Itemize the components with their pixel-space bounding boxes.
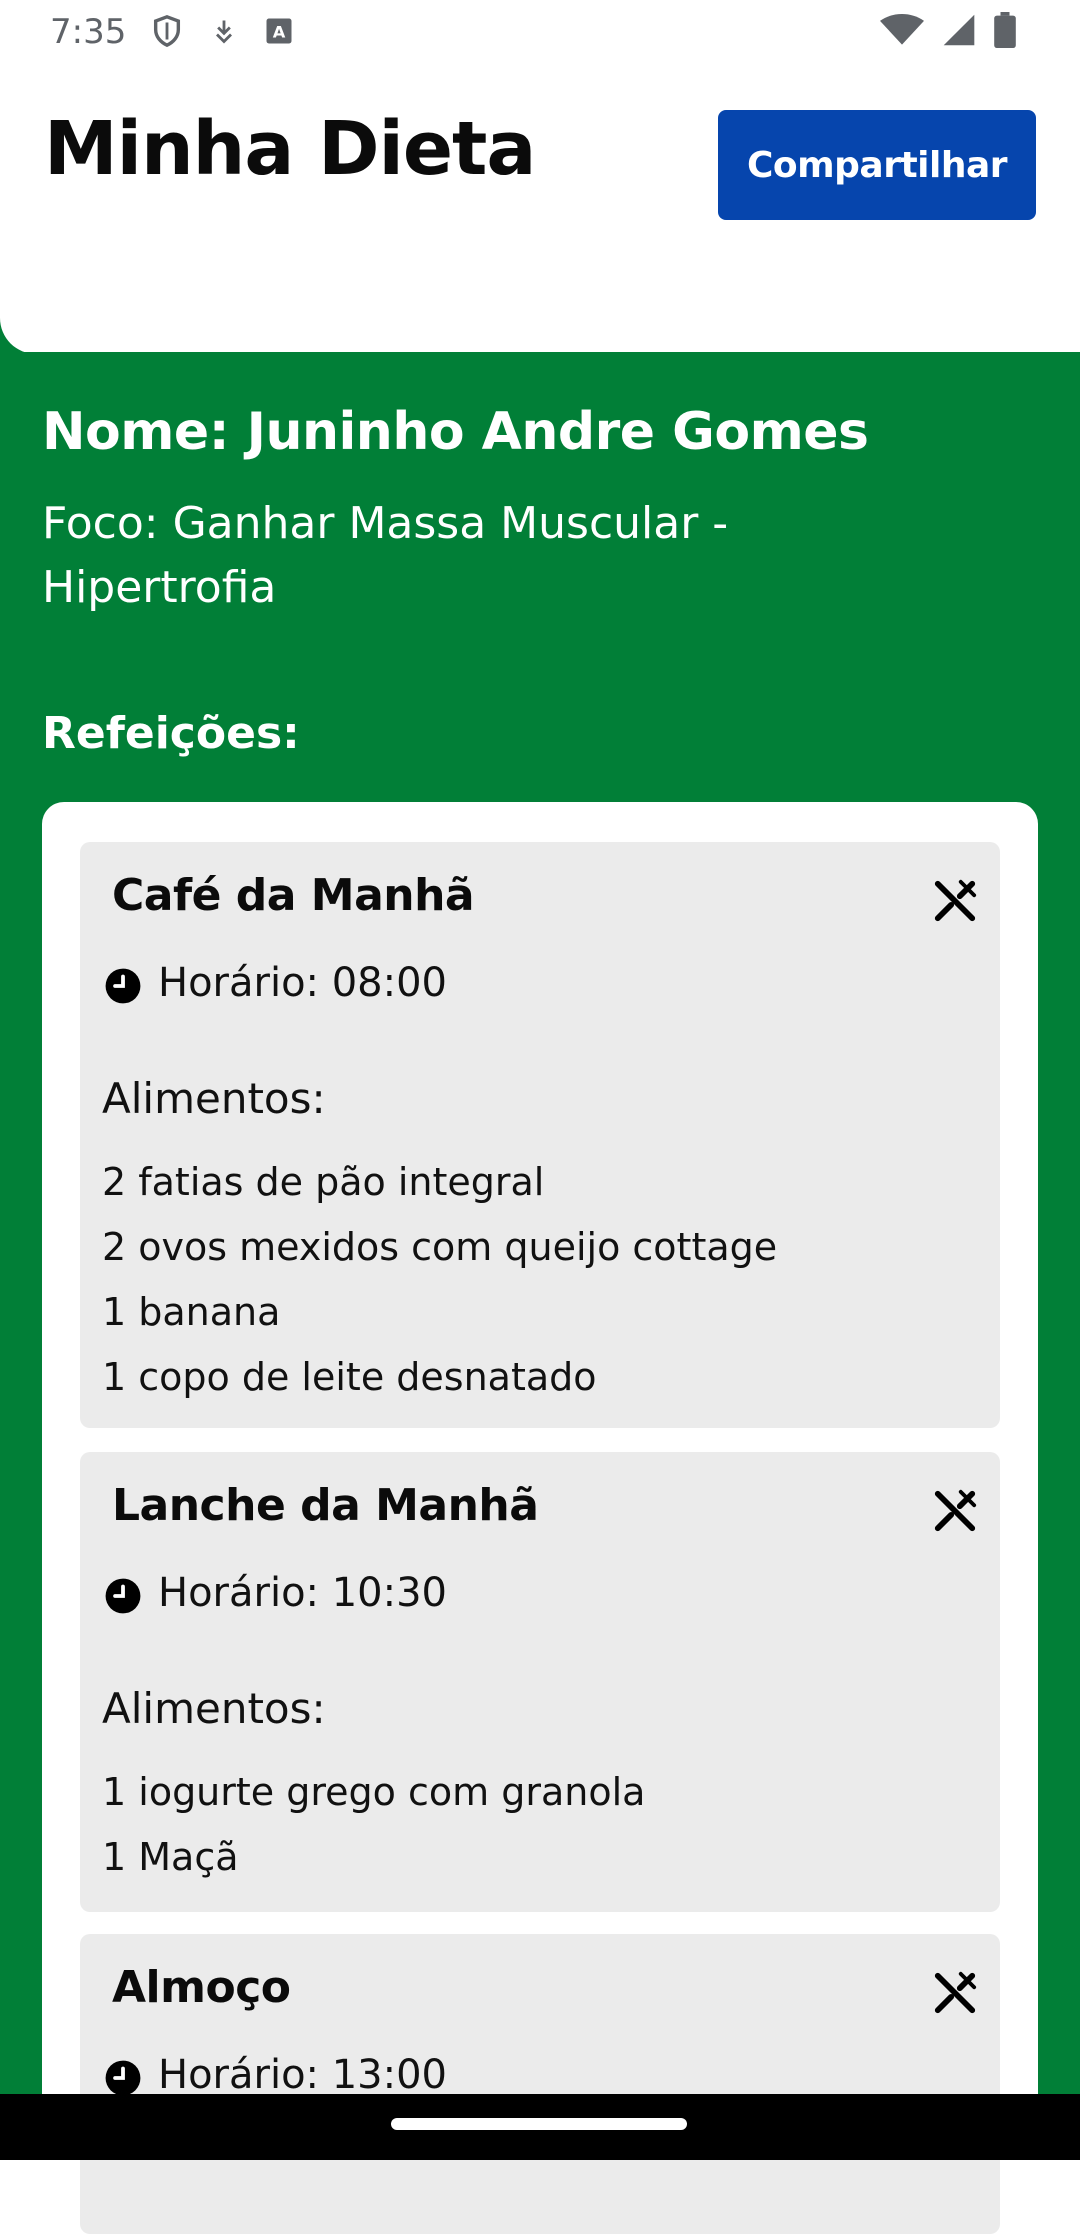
meal-card: Café da Manhã Horário: 08:00 Alimentos: … xyxy=(80,842,1000,1428)
meal-time-row: Horário: 08:00 xyxy=(104,960,447,1006)
food-item: 1 iogurte grego com granola xyxy=(102,1770,646,1814)
foods-list: 1 iogurte grego com granola 1 Maçã xyxy=(102,1760,645,1890)
profile-focus: Foco: Ganhar Massa Muscular - Hipertrofi… xyxy=(42,498,729,613)
meal-time-row: Horário: 13:00 xyxy=(104,2052,447,2098)
battery-icon xyxy=(994,12,1016,48)
utensils-icon[interactable] xyxy=(932,1488,978,1534)
meal-time: Horário: 10:30 xyxy=(158,1570,448,1616)
wifi-icon xyxy=(880,13,924,45)
clock-icon xyxy=(105,2060,141,2096)
food-item: 1 copo de leite desnatado xyxy=(102,1355,597,1399)
meal-title: Almoço xyxy=(112,1962,291,2013)
food-item: 2 fatias de pão integral xyxy=(102,1160,545,1204)
status-icons-right xyxy=(880,12,1016,48)
meal-title: Lanche da Manhã xyxy=(112,1480,539,1531)
utensils-icon[interactable] xyxy=(932,1970,978,2016)
meals-heading: Refeições: xyxy=(42,708,300,759)
meal-time-row: Horário: 10:30 xyxy=(104,1570,447,1616)
navigation-bar xyxy=(0,2094,1080,2160)
meal-card: Almoço Horário: 13:00 xyxy=(80,1934,1000,2234)
food-item: 1 Maçã xyxy=(102,1835,239,1879)
page-title: Minha Dieta xyxy=(44,106,536,192)
profile-name: Nome: Juninho Andre Gomes xyxy=(42,402,869,462)
foods-list: 2 fatias de pão integral 2 ovos mexidos … xyxy=(102,1150,777,1410)
utensils-icon[interactable] xyxy=(932,878,978,924)
meal-time: Horário: 13:00 xyxy=(158,2052,448,2098)
foods-label: Alimentos: xyxy=(102,1684,326,1733)
share-button[interactable]: Compartilhar xyxy=(718,110,1036,220)
meal-title: Café da Manhã xyxy=(112,870,475,921)
status-time: 7:35 xyxy=(50,12,127,52)
food-item: 1 banana xyxy=(102,1290,281,1334)
status-bar: 7:35 A xyxy=(0,0,1080,66)
meal-time: Horário: 08:00 xyxy=(158,960,448,1006)
home-handle[interactable] xyxy=(391,2118,687,2130)
meal-card: Lanche da Manhã Horário: 10:30 Alimentos… xyxy=(80,1452,1000,1912)
shield-icon xyxy=(153,15,181,48)
clock-icon xyxy=(105,968,141,1004)
status-icons-left: A xyxy=(150,12,294,50)
clock-icon xyxy=(105,1578,141,1614)
text-a-icon: A xyxy=(266,18,292,44)
food-item: 2 ovos mexidos com queijo cottage xyxy=(102,1225,778,1269)
svg-text:A: A xyxy=(273,22,286,41)
foods-label: Alimentos: xyxy=(102,1074,326,1123)
signal-icon xyxy=(943,14,975,46)
download-icon xyxy=(216,20,232,44)
